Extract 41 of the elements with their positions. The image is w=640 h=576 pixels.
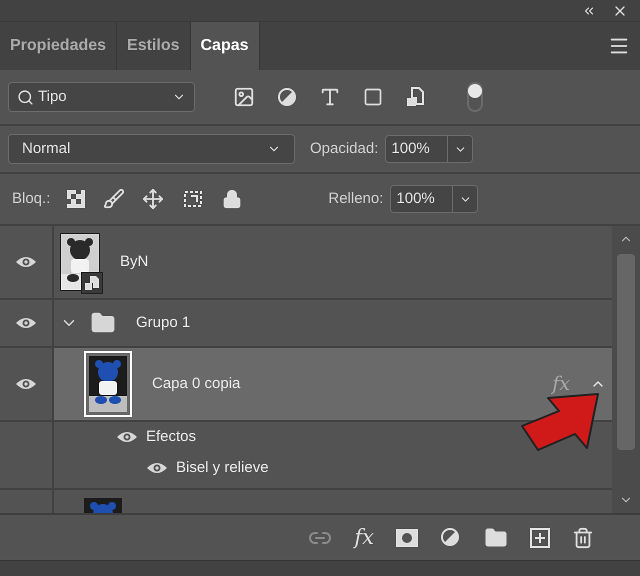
lock-transparency-icon[interactable] bbox=[66, 189, 86, 209]
trash-icon[interactable] bbox=[572, 526, 594, 548]
shape-filter-icon[interactable] bbox=[363, 87, 383, 107]
eye-icon[interactable] bbox=[15, 255, 37, 269]
layer-name: ByN bbox=[120, 252, 148, 272]
adjustment-icon[interactable] bbox=[440, 526, 462, 548]
eye-icon[interactable] bbox=[116, 430, 138, 444]
smart-object-filter-icon[interactable] bbox=[405, 86, 425, 108]
blend-mode-dropdown[interactable]: Normal bbox=[8, 134, 295, 164]
fx-label: fx bbox=[552, 372, 570, 397]
tab[interactable]: Capas bbox=[190, 22, 260, 70]
filter-toggle[interactable] bbox=[467, 82, 483, 112]
adjustment-filter-icon[interactable] bbox=[277, 87, 297, 107]
layer-name: Capa 0 copia bbox=[152, 374, 240, 394]
eye-icon[interactable] bbox=[146, 461, 168, 475]
fill-label: Relleno: bbox=[328, 188, 384, 209]
fill-field[interactable]: 100% bbox=[390, 185, 478, 213]
mask-icon[interactable] bbox=[396, 528, 418, 546]
brush-icon[interactable] bbox=[103, 188, 126, 210]
lock-label: Bloq.: bbox=[12, 188, 50, 209]
filter-dropdown[interactable]: Tipo bbox=[8, 82, 195, 112]
opacity-field[interactable]: 100% bbox=[385, 135, 474, 163]
effect-name: Bisel y relieve bbox=[176, 458, 269, 478]
type-filter-icon[interactable] bbox=[319, 86, 341, 108]
layer-row[interactable]: Capa 0 copia fx bbox=[54, 348, 612, 420]
new-layer-icon[interactable] bbox=[530, 528, 550, 548]
effects-label: Efectos bbox=[146, 426, 196, 447]
eye-icon[interactable] bbox=[15, 377, 37, 391]
search-icon bbox=[17, 88, 34, 106]
image-filter-icon[interactable] bbox=[233, 86, 255, 108]
smart-object-icon bbox=[81, 272, 103, 294]
scrollbar[interactable] bbox=[612, 226, 640, 513]
layer-name: Grupo 1 bbox=[136, 312, 190, 333]
move-icon[interactable] bbox=[142, 188, 164, 210]
folder-icon[interactable] bbox=[484, 526, 508, 550]
scrollbar-thumb[interactable] bbox=[617, 254, 635, 450]
lock-icon[interactable] bbox=[222, 189, 242, 209]
effects-button[interactable]: fx bbox=[354, 527, 374, 548]
opacity-label: Opacidad: bbox=[310, 138, 378, 159]
tab[interactable]: Propiedades bbox=[0, 22, 118, 70]
eye-icon[interactable] bbox=[15, 316, 37, 330]
